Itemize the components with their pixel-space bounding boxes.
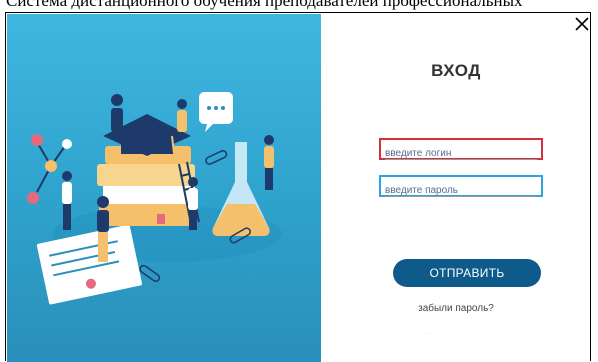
forgot-password-link[interactable]: забыли пароль?: [321, 303, 591, 314]
submit-button[interactable]: ОТПРАВИТЬ: [393, 259, 541, 287]
login-field[interactable]: [379, 138, 543, 160]
login-modal: ВХОД ОТПРАВИТЬ забыли пароль? · ·: [5, 12, 591, 362]
education-illustration: [7, 14, 321, 362]
password-input[interactable]: [385, 185, 537, 197]
login-form-pane: ВХОД ОТПРАВИТЬ забыли пароль? · ·: [321, 13, 591, 362]
education-illustration-art: [27, 92, 282, 305]
decorative-dots: · ·: [425, 331, 431, 337]
login-title: ВХОД: [431, 61, 481, 80]
password-field[interactable]: [379, 175, 543, 197]
page-header-label: Система дистанционного обучения преподав…: [6, 0, 523, 10]
login-input[interactable]: [385, 148, 537, 160]
